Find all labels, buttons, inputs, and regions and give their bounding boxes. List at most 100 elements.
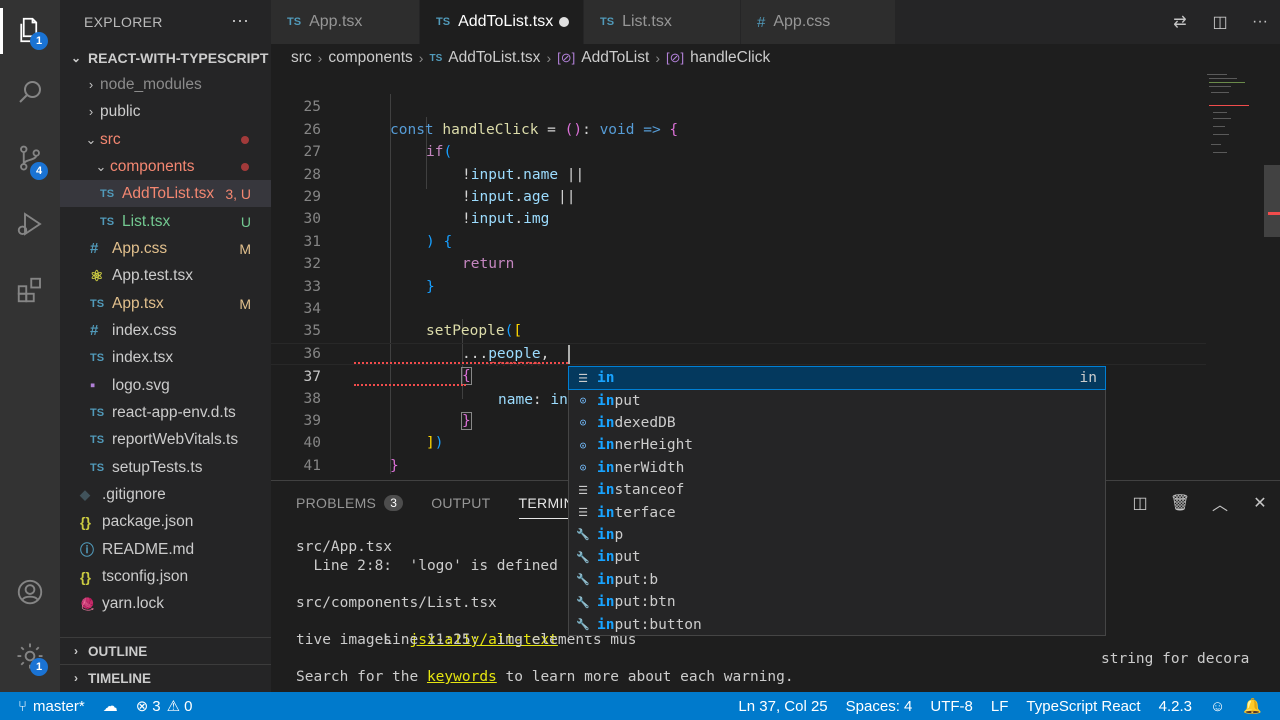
explorer-sidebar: EXPLORER ··· ⌄ REACT-WITH-TYPESCRIPT › n… <box>60 0 271 692</box>
explorer-icon[interactable]: 1 <box>0 2 60 58</box>
suggestion-item[interactable]: ⊙ indexedDB <box>569 412 1105 434</box>
tree-item-list[interactable]: TS List.tsx U <box>60 208 271 235</box>
breadcrumb-item[interactable]: src <box>291 49 312 67</box>
tree-item-app-css[interactable]: # App.css M <box>60 235 271 262</box>
suggestion-item[interactable]: 🔧 inp <box>569 524 1105 546</box>
suggest-widget[interactable]: ☰ in in ⊙ input ⊙ indexedDB ⊙ innerHeight ⊙ innerW… <box>568 365 1106 636</box>
tree-item-label: App.test.tsx <box>112 266 193 284</box>
suggestion-match: in <box>597 526 615 543</box>
more-actions-icon[interactable]: ··· <box>1240 13 1280 31</box>
tree-item-yarn-lock[interactable]: 🧶 yarn.lock <box>60 590 271 617</box>
trash-icon[interactable]: 🗑 <box>1160 493 1200 513</box>
encoding[interactable]: UTF-8 <box>921 692 982 720</box>
suggestion-item[interactable]: 🔧 input:button <box>569 613 1105 635</box>
open-changes-icon[interactable]: ⇄ <box>1160 12 1200 32</box>
extensions-icon[interactable] <box>0 262 60 318</box>
tree-item-label: List.tsx <box>122 212 171 230</box>
suggestion-item[interactable]: 🔧 input:b <box>569 569 1105 591</box>
tab-label: OUTPUT <box>431 495 491 511</box>
tab-addtolist-tsx[interactable]: TS AddToList.tsx <box>420 0 584 44</box>
tab-problems[interactable]: PROBLEMS 3 <box>296 481 404 525</box>
problems-indicator[interactable]: ⊗ 3 ⚠ 0 <box>127 692 202 720</box>
tree-item-node-modules[interactable]: › node_modules <box>60 71 271 98</box>
suggestion-item[interactable]: 🔧 input:btn <box>569 591 1105 613</box>
tree-item-gitignore[interactable]: ◆ .gitignore <box>60 481 271 508</box>
suggestion-item[interactable]: ☰ interface <box>569 501 1105 523</box>
yarn-file-icon: 🧶 <box>80 596 95 611</box>
problems-count-badge: 3 <box>384 495 404 511</box>
error-squiggle <box>354 382 466 386</box>
tab-output[interactable]: OUTPUT <box>431 481 490 525</box>
account-icon[interactable] <box>0 564 60 620</box>
chevron-up-icon[interactable]: ︿ <box>1200 491 1240 515</box>
close-icon[interactable]: ✕ <box>1240 493 1280 513</box>
typescript-file-icon: TS <box>90 297 105 310</box>
terminal-text: string for decora <box>1101 650 1250 667</box>
tab-app-tsx[interactable]: TS App.tsx <box>271 0 420 44</box>
tree-item-tsconfig[interactable]: {} tsconfig.json <box>60 563 271 590</box>
suggestion-match: in <box>597 549 615 566</box>
run-debug-icon[interactable] <box>0 196 60 252</box>
tree-item-index-tsx[interactable]: TS index.tsx <box>60 344 271 371</box>
keywords-link[interactable]: keywords <box>427 669 497 685</box>
tree-item-react-app-env[interactable]: TS react-app-env.d.ts <box>60 399 271 426</box>
ts-version[interactable]: 4.2.3 <box>1150 692 1201 720</box>
suggestion-item[interactable]: 🔧 input <box>569 546 1105 568</box>
more-actions-icon[interactable]: ··· <box>231 10 249 31</box>
cursor-position[interactable]: Ln 37, Col 25 <box>729 692 836 720</box>
unsaved-dot-icon[interactable] <box>559 17 569 27</box>
git-status: M <box>239 240 251 257</box>
source-control-icon[interactable]: 4 <box>0 130 60 186</box>
editor-scrollbar-thumb[interactable] <box>1264 165 1280 237</box>
split-terminal-icon[interactable]: ◫ <box>1120 493 1160 513</box>
minimap[interactable] <box>1205 72 1263 480</box>
tree-item-app-test[interactable]: ⚛ App.test.tsx <box>60 262 271 289</box>
chevron-right-icon: › <box>74 644 78 658</box>
end-of-line[interactable]: LF <box>982 692 1018 720</box>
tree-item-report-web-vitals[interactable]: TS reportWebVitals.ts <box>60 426 271 453</box>
suggestion-item[interactable]: ⊙ innerHeight <box>569 434 1105 456</box>
timeline-section[interactable]: › TIMELINE <box>60 664 271 691</box>
suggestion-rest: dexedDB <box>614 414 676 431</box>
tab-app-css[interactable]: # App.css <box>741 0 896 44</box>
tree-item-components[interactable]: ⌄ components <box>60 153 271 180</box>
code-line: 31 return <box>271 208 1206 272</box>
settings-gear-icon[interactable]: 1 <box>0 628 60 684</box>
tree-item-addtolist[interactable]: TS AddToList.tsx 3, U <box>60 180 271 207</box>
suggestion-item[interactable]: ☰ instanceof <box>569 479 1105 501</box>
suggestion-item[interactable]: ☰ in in <box>568 365 1106 391</box>
workspace-root[interactable]: ⌄ REACT-WITH-TYPESCRIPT <box>60 44 271 71</box>
minimap-line <box>1213 118 1231 119</box>
breadcrumb-item[interactable]: components <box>328 49 412 67</box>
typescript-file-icon: TS <box>287 16 302 28</box>
split-editor-icon[interactable]: ◫ <box>1200 12 1240 32</box>
outline-section[interactable]: › OUTLINE <box>60 637 271 664</box>
breadcrumb-item[interactable]: AddToList.tsx <box>448 49 540 67</box>
chevron-down-icon: ⌄ <box>95 158 107 174</box>
tree-item-setup-tests[interactable]: TS setupTests.ts <box>60 454 271 481</box>
bell-icon[interactable]: 🔔 <box>1234 692 1280 720</box>
suggestion-item[interactable]: ⊙ innerWidth <box>569 457 1105 479</box>
explorer-badge: 1 <box>30 32 48 50</box>
tab-label: List.tsx <box>622 13 672 30</box>
language-mode[interactable]: TypeScript React <box>1017 692 1149 720</box>
branch-indicator[interactable]: ⑂ master* <box>0 692 94 720</box>
tree-item-package-json[interactable]: {} package.json <box>60 508 271 535</box>
tree-item-public[interactable]: › public <box>60 98 271 125</box>
feedback-icon[interactable]: ☺ <box>1201 692 1234 720</box>
tree-item-label: components <box>110 157 195 175</box>
suggestion-match: in <box>597 392 615 409</box>
sync-button[interactable]: ☁ <box>94 692 127 720</box>
search-icon[interactable] <box>0 64 60 120</box>
tree-item-src[interactable]: ⌄ src <box>60 126 271 153</box>
tree-item-app-tsx[interactable]: TS App.tsx M <box>60 290 271 317</box>
tree-item-logo[interactable]: ▪ logo.svg <box>60 372 271 399</box>
tree-item-index-css[interactable]: # index.css <box>60 317 271 344</box>
minimap-line <box>1207 74 1227 75</box>
indentation[interactable]: Spaces: 4 <box>837 692 922 720</box>
tab-list-tsx[interactable]: TS List.tsx <box>584 0 741 44</box>
breadcrumb-item[interactable]: AddToList <box>581 49 649 67</box>
suggestion-item[interactable]: ⊙ input <box>569 389 1105 411</box>
breadcrumb-item[interactable]: handleClick <box>690 49 770 67</box>
tree-item-readme[interactable]: ⓘ README.md <box>60 536 271 563</box>
